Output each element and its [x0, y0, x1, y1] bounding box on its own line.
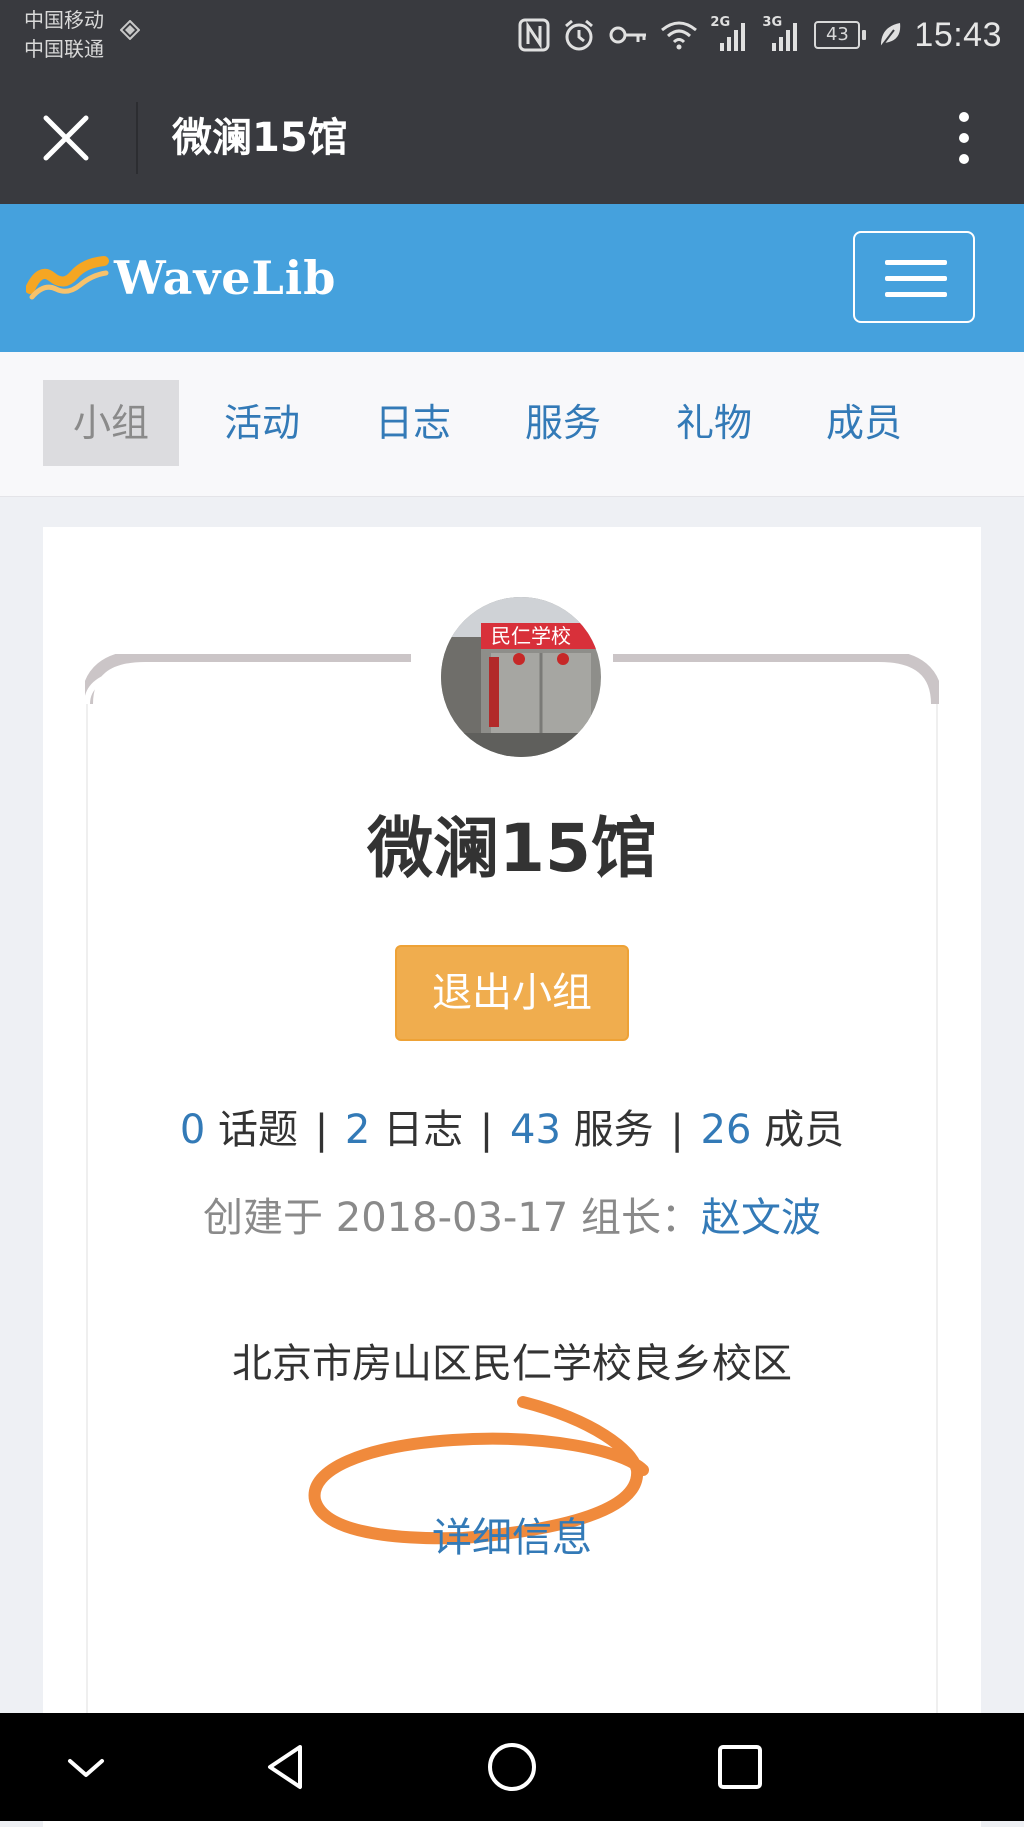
- back-icon[interactable]: [256, 1737, 316, 1797]
- topics-label: 话题: [217, 1107, 298, 1153]
- members-label: 成员: [764, 1107, 845, 1153]
- logs-label: 日志: [383, 1107, 464, 1153]
- dual-sim-icon: [120, 20, 140, 40]
- tab-gifts[interactable]: 礼物: [646, 380, 782, 466]
- created-date: 2018-03-17: [335, 1195, 569, 1241]
- nfc-icon: [518, 18, 550, 52]
- stats-separator: |: [670, 1107, 684, 1153]
- services-label: 服务: [573, 1107, 654, 1153]
- group-avatar[interactable]: 民仁学校: [441, 597, 601, 757]
- home-icon[interactable]: [482, 1737, 542, 1797]
- tab-logs[interactable]: 日志: [345, 380, 481, 466]
- system-nav-bar: [0, 1713, 1024, 1821]
- services-count[interactable]: 43: [510, 1107, 561, 1153]
- tab-activities[interactable]: 活动: [194, 380, 330, 466]
- wave-logo-icon: [26, 256, 109, 300]
- group-tabs: 小组 活动 日志 服务 礼物 成员: [0, 352, 1024, 497]
- group-stats: 0 话题 | 2 日志 | 43 服务 | 26 成员: [43, 1097, 981, 1155]
- group-address: 北京市房山区民仁学校良乡校区: [232, 1341, 792, 1387]
- more-vertical-icon[interactable]: [944, 106, 984, 170]
- carrier-1-label: 中国移动: [24, 8, 104, 32]
- created-prefix: 创建于: [203, 1195, 324, 1241]
- owner-name-link[interactable]: 赵文波: [701, 1195, 821, 1241]
- status-icons: 2G 3G 43 15:43: [518, 10, 1002, 60]
- tab-members[interactable]: 成员: [796, 380, 932, 466]
- avatar-sign-text: 民仁学校: [491, 624, 571, 648]
- school-gate-image: 民仁学校: [441, 597, 601, 757]
- wavelib-logo[interactable]: WaveLib: [26, 248, 336, 308]
- battery-level: 43: [814, 21, 861, 49]
- leaf-icon: [880, 23, 901, 48]
- group-created-info: 创建于 2018-03-17 组长：赵文波: [43, 1185, 981, 1243]
- logo-text: WaveLib: [114, 251, 337, 305]
- tab-services[interactable]: 服务: [495, 380, 631, 466]
- carrier-2-label: 中国联通: [24, 37, 104, 61]
- key-icon: [609, 26, 647, 44]
- collapse-icon[interactable]: [56, 1737, 116, 1797]
- group-card: 民仁学校 微澜15馆 退出小组 0 话题 | 2 日志 | 43 服务 | 26…: [43, 527, 981, 1827]
- detail-info-link[interactable]: 详细信息: [43, 1505, 981, 1563]
- signal-2g-icon: 2G: [710, 15, 750, 55]
- group-name: 微澜15馆: [367, 810, 657, 887]
- clock: 15:43: [914, 15, 1002, 54]
- status-bar: 中国移动 中国联通 2G 3G 43 15:43: [0, 0, 1024, 72]
- stats-separator: |: [314, 1107, 329, 1153]
- members-count[interactable]: 26: [701, 1107, 752, 1153]
- wifi-icon: [661, 21, 698, 50]
- site-header: WaveLib: [0, 204, 1024, 352]
- hamburger-icon[interactable]: [853, 231, 975, 323]
- page-title: 微澜15馆: [172, 115, 348, 161]
- close-icon[interactable]: [40, 112, 92, 164]
- alarm-icon: [565, 19, 594, 51]
- leave-group-button[interactable]: 退出小组: [395, 945, 629, 1041]
- carrier-info: 中国移动 中国联通: [24, 6, 104, 64]
- topics-count[interactable]: 0: [180, 1107, 205, 1153]
- stats-separator: |: [479, 1107, 494, 1153]
- signal-3g-icon: 3G: [762, 15, 802, 55]
- recents-icon[interactable]: [710, 1737, 770, 1797]
- logs-count[interactable]: 2: [345, 1107, 370, 1153]
- battery-icon: 43: [814, 21, 867, 49]
- owner-label: 组长：: [580, 1195, 701, 1241]
- title-divider: [136, 102, 138, 174]
- title-bar: 微澜15馆: [0, 72, 1024, 204]
- tab-group[interactable]: 小组: [43, 380, 179, 466]
